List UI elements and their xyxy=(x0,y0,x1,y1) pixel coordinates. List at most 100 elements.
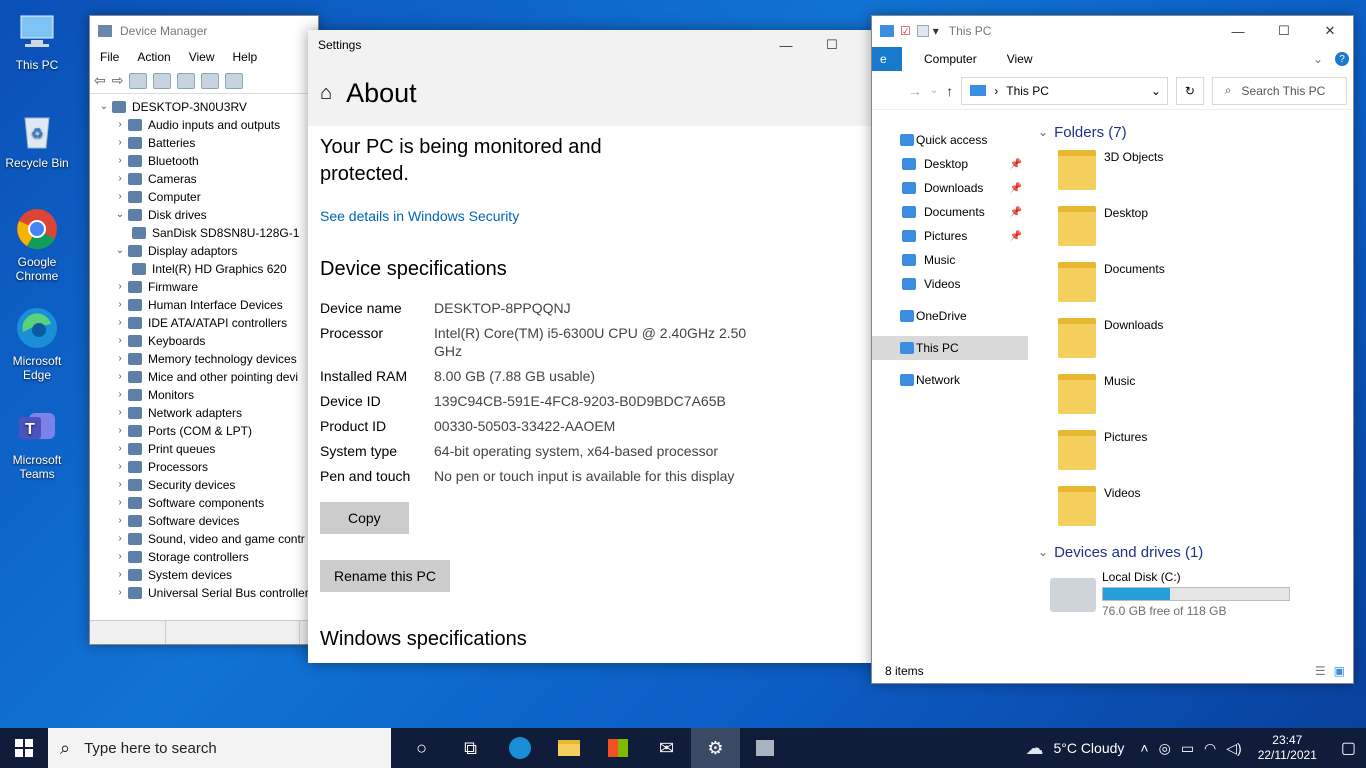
tree-item[interactable]: › Firmware xyxy=(96,278,318,296)
folder-item[interactable]: Documents xyxy=(1032,254,1353,310)
tree-item[interactable]: › Monitors xyxy=(96,386,318,404)
tree-item[interactable]: › Network adapters xyxy=(96,404,318,422)
tab-file[interactable]: e xyxy=(872,47,902,71)
device-manager-titlebar[interactable]: Device Manager xyxy=(90,16,318,46)
chevron-up-icon[interactable]: ˄ xyxy=(1140,740,1148,756)
address-bar[interactable]: › This PC ⌄ xyxy=(961,76,1168,105)
help-icon[interactable]: ? xyxy=(1335,52,1349,66)
minimize-button[interactable]: — xyxy=(763,30,809,60)
chevron-right-icon[interactable]: › xyxy=(112,296,128,314)
chevron-down-icon[interactable]: ⌄ xyxy=(112,242,128,260)
store-taskbar-icon[interactable] xyxy=(593,728,642,768)
chevron-right-icon[interactable]: › xyxy=(112,368,128,386)
device-manager-taskbar-icon[interactable] xyxy=(740,728,789,768)
chevron-right-icon[interactable]: › xyxy=(112,152,128,170)
task-view-icon[interactable]: ⧉ xyxy=(446,728,495,768)
tree-item[interactable]: › Cameras xyxy=(96,170,318,188)
desktop-icon-this-pc[interactable]: This PC xyxy=(4,10,70,72)
menu-view[interactable]: View xyxy=(189,50,215,64)
chevron-right-icon[interactable]: › xyxy=(112,278,128,296)
volume-icon[interactable]: ◁) xyxy=(1226,740,1241,757)
refresh-button[interactable]: ↻ xyxy=(1175,76,1204,105)
nav-item[interactable]: Downloads 📌 xyxy=(872,176,1028,200)
folder-item[interactable]: Videos xyxy=(1032,478,1353,534)
tree-item[interactable]: › Bluetooth xyxy=(96,152,318,170)
copy-button[interactable]: Copy xyxy=(320,502,409,534)
chevron-right-icon[interactable]: › xyxy=(112,386,128,404)
chevron-down-icon[interactable]: ⌄ xyxy=(1313,52,1323,66)
details-view-icon[interactable]: ☰ xyxy=(1315,664,1326,678)
tree-item[interactable]: › Processors xyxy=(96,458,318,476)
webcam-icon[interactable]: ◎ xyxy=(1159,740,1171,757)
nav-item[interactable]: Network xyxy=(872,368,1028,392)
properties-icon[interactable]: ☑ xyxy=(900,24,911,38)
chevron-right-icon[interactable]: › xyxy=(112,584,128,602)
folder-item[interactable]: Pictures xyxy=(1032,422,1353,478)
tree-item[interactable]: › IDE ATA/ATAPI controllers xyxy=(96,314,318,332)
chevron-right-icon[interactable]: › xyxy=(112,422,128,440)
wifi-icon[interactable]: ◠ xyxy=(1204,740,1216,757)
chevron-down-icon[interactable]: ▾ xyxy=(933,24,939,38)
menu-file[interactable]: File xyxy=(100,50,119,64)
pin-icon[interactable]: 📌 xyxy=(1010,183,1022,194)
chevron-right-icon[interactable]: › xyxy=(112,134,128,152)
tree-item[interactable]: ⌄ Disk drives xyxy=(96,206,318,224)
tree-item[interactable]: › Mice and other pointing devi xyxy=(96,368,318,386)
tab-computer[interactable]: Computer xyxy=(902,52,999,66)
nav-item[interactable]: Documents 📌 xyxy=(872,200,1028,224)
chevron-down-icon[interactable]: ⌄ xyxy=(1151,84,1161,98)
chevron-down-icon[interactable]: ⌄ xyxy=(930,85,938,96)
chevron-right-icon[interactable]: › xyxy=(112,458,128,476)
pin-icon[interactable]: 📌 xyxy=(1010,159,1022,170)
battery-icon[interactable]: ▭ xyxy=(1181,740,1194,757)
chevron-right-icon[interactable]: › xyxy=(112,548,128,566)
folder-item[interactable]: Downloads xyxy=(1032,310,1353,366)
desktop-icon-teams[interactable]: T Microsoft Teams xyxy=(4,405,70,481)
weather-text[interactable]: 5°C Cloudy xyxy=(1053,740,1124,756)
tree-item[interactable]: › System devices xyxy=(96,566,318,584)
pin-icon[interactable]: 📌 xyxy=(1010,207,1022,218)
windows-security-link[interactable]: See details in Windows Security xyxy=(320,208,889,224)
tab-view[interactable]: View xyxy=(999,52,1055,66)
desktop-icon-chrome[interactable]: Google Chrome xyxy=(4,207,70,283)
minimize-button[interactable]: — xyxy=(1215,16,1261,46)
folder-item[interactable]: Desktop xyxy=(1032,198,1353,254)
up-arrow-icon[interactable]: ↑ xyxy=(946,83,953,99)
desktop-icon-edge[interactable]: Microsoft Edge xyxy=(4,306,70,382)
drive-item[interactable]: Local Disk (C:) 76.0 GB free of 118 GB xyxy=(1032,562,1353,618)
pin-icon[interactable]: 📌 xyxy=(1010,231,1022,242)
tree-item[interactable]: › Human Interface Devices xyxy=(96,296,318,314)
chevron-right-icon[interactable]: › xyxy=(112,116,128,134)
forward-arrow-icon[interactable]: ⇨ xyxy=(112,72,124,89)
chevron-right-icon[interactable]: › xyxy=(112,566,128,584)
tree-item[interactable]: Intel(R) HD Graphics 620 xyxy=(96,260,318,278)
chevron-right-icon[interactable]: › xyxy=(112,404,128,422)
monitor-tool-icon[interactable] xyxy=(225,72,244,89)
folders-group-header[interactable]: ⌄ Folders (7) xyxy=(1032,122,1353,142)
chevron-right-icon[interactable]: › xyxy=(112,188,128,206)
chevron-right-icon[interactable]: › xyxy=(112,314,128,332)
start-button[interactable] xyxy=(0,728,48,768)
tree-item[interactable]: › Sound, video and game contr xyxy=(96,530,318,548)
cloud-icon[interactable]: ☁ xyxy=(1025,738,1043,759)
chevron-right-icon[interactable]: › xyxy=(112,476,128,494)
mail-taskbar-icon[interactable]: ✉ xyxy=(642,728,691,768)
nav-item[interactable]: OneDrive xyxy=(872,304,1028,328)
file-explorer-taskbar-icon[interactable] xyxy=(544,728,593,768)
tree-item[interactable]: › Audio inputs and outputs xyxy=(96,116,318,134)
tree-item[interactable]: › Computer xyxy=(96,188,318,206)
desktop-icon-recycle-bin[interactable]: ♻ Recycle Bin xyxy=(4,108,70,170)
tree-root[interactable]: ⌄ DESKTOP-3N0U3RV xyxy=(96,98,318,116)
scan-hardware-icon[interactable] xyxy=(201,72,220,89)
chevron-down-icon[interactable]: ⌄ xyxy=(96,98,112,116)
tree-item[interactable]: › Print queues xyxy=(96,440,318,458)
chevron-right-icon[interactable]: › xyxy=(112,512,128,530)
chevron-down-icon[interactable]: ⌄ xyxy=(112,206,128,224)
quick-access-toolbar-icon[interactable] xyxy=(880,25,894,37)
tree-item[interactable]: SanDisk SD8SN8U-128G-1 xyxy=(96,224,318,242)
help-icon[interactable] xyxy=(177,72,196,89)
large-icons-view-icon[interactable]: ▣ xyxy=(1334,664,1345,678)
tree-item[interactable]: › Software components xyxy=(96,494,318,512)
nav-item[interactable]: Pictures 📌 xyxy=(872,224,1028,248)
tree-item[interactable]: › Memory technology devices xyxy=(96,350,318,368)
